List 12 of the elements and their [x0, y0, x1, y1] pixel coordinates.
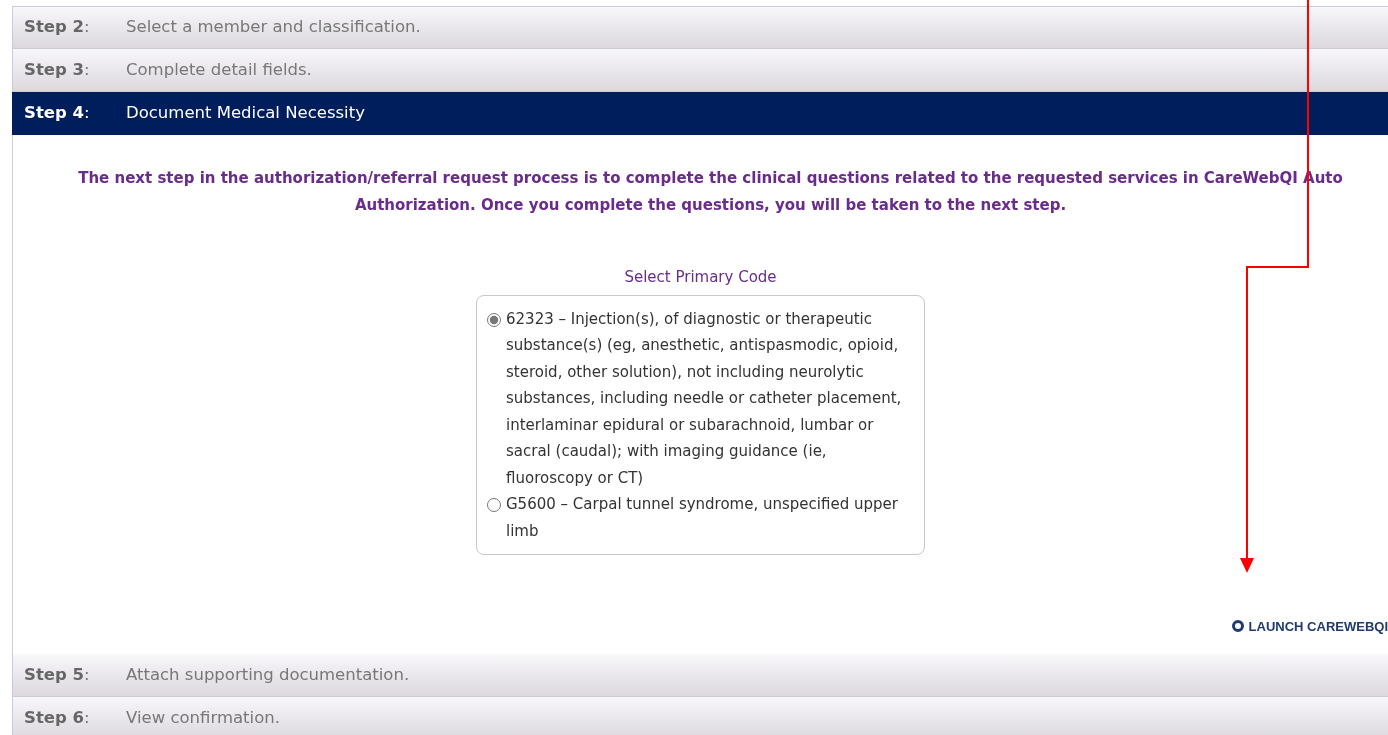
option-label: G5600 – Carpal tunnel syndrome, unspecified upper limb — [506, 494, 899, 542]
step-header[interactable]: Step 5: Attach supporting documentation. — [12, 654, 1388, 697]
radio-button[interactable] — [487, 312, 501, 327]
step-header[interactable]: Step 2: Select a member and classification. — [12, 6, 1388, 49]
step-header[interactable]: Step 3: Complete detail fields. — [12, 49, 1388, 92]
step-header[interactable]: Step 6: View confirmation. — [12, 697, 1388, 735]
radio-button[interactable] — [487, 498, 501, 512]
circle-icon — [1231, 620, 1244, 633]
launch-link[interactable]: LAUNCH CAREWEBQI — [1231, 616, 1388, 636]
option-label: 62323 – Injection(s), of diagnostic or therapeutic substance(s) (eg, anesthetic, antispasmodic, opioid, steroid, other solution), not including neurolytic substances, including needle or catheter placement, interlaminar epidural or subarachnoid, lumbar or sacral (caudal); with imaging guidance (ie, fluoroscopy or CT) — [506, 308, 903, 489]
active-step-header[interactable]: Step 4: Document Medical Necessity — [12, 92, 1388, 135]
select-label: Select Primary Code — [624, 267, 777, 288]
